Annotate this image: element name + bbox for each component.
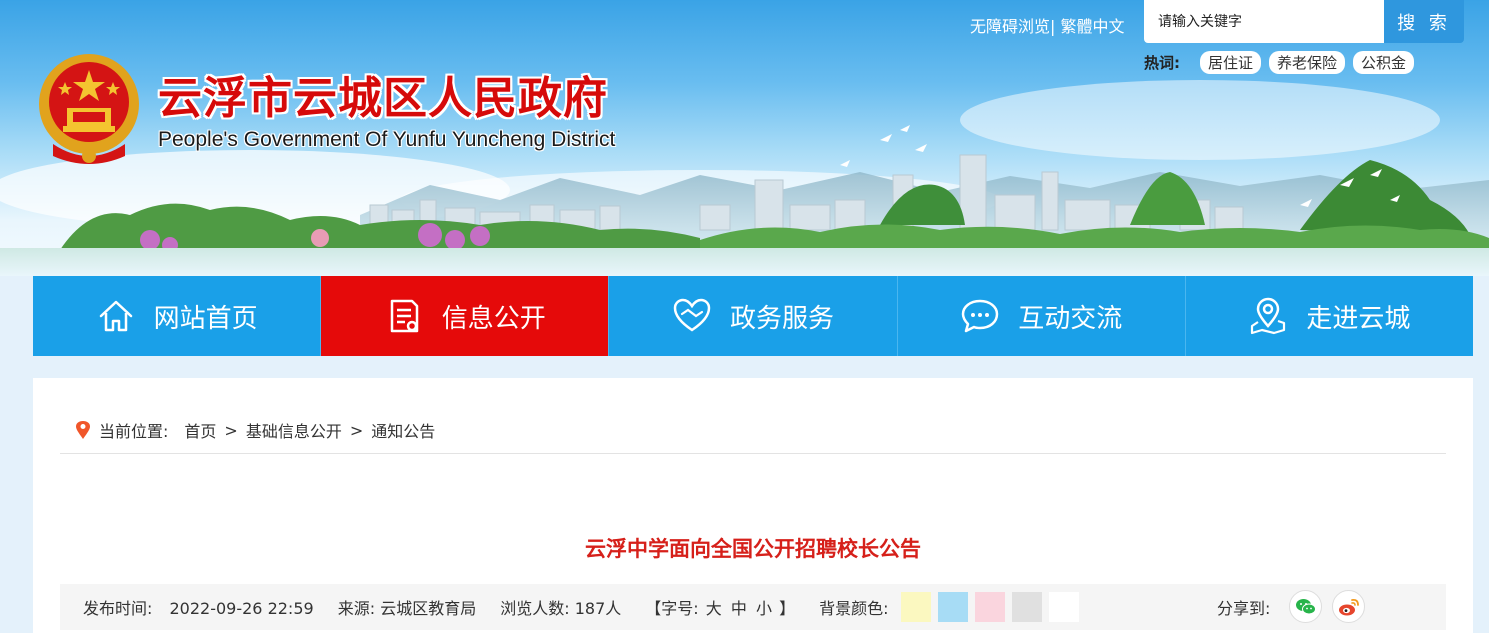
weibo-icon [1338, 598, 1359, 615]
font-size-control: 【字号: 大 中 小 】 [645, 595, 795, 619]
main-nav: 网站首页 信息公开 政务服务 互动交流 走进云城 [33, 276, 1473, 356]
site-subtitle: People's Government Of Yunfu Yuncheng Di… [158, 128, 616, 151]
article-title: 云浮中学面向全国公开招聘校长公告 [585, 537, 921, 561]
location-pin-icon [76, 421, 90, 439]
wechat-share-button[interactable] [1289, 590, 1322, 623]
breadcrumb-label: 当前位置: [99, 422, 169, 441]
nav-label: 信息公开 [441, 303, 546, 334]
source-label: 来源: [337, 599, 376, 618]
publish-label: 发布时间: [83, 599, 153, 618]
breadcrumb-separator: > [349, 420, 364, 440]
font-size-close: 】 [779, 599, 796, 618]
breadcrumb-notices[interactable]: 通知公告 [371, 418, 435, 442]
chat-icon [961, 299, 999, 333]
hotword-tag[interactable]: 居住证 [1200, 50, 1262, 74]
nav-item-about-yuncheng[interactable]: 走进云城 [1186, 276, 1473, 356]
views: 浏览人数: 187人 [500, 595, 621, 619]
hotwords-label: 热词: [1144, 53, 1180, 72]
share-label: 分享到: [1217, 599, 1271, 618]
traditional-chinese-link[interactable]: 繁體中文 [1061, 17, 1125, 36]
national-emblem-icon [39, 54, 139, 164]
header-banner: 云浮市云城区人民政府 People's Government Of Yunfu … [0, 0, 1489, 276]
map-pin-icon [1251, 297, 1286, 335]
nav-item-interaction[interactable]: 互动交流 [898, 276, 1186, 356]
nav-label: 互动交流 [1018, 303, 1123, 334]
document-icon [390, 299, 419, 333]
font-size-large[interactable]: 大 [706, 599, 722, 618]
home-icon [99, 300, 132, 332]
bg-color-label: 背景颜色: [819, 599, 889, 618]
publish-value: 2022-09-26 22:59 [169, 599, 314, 618]
nav-label: 走进云城 [1306, 303, 1411, 334]
top-links: 无障碍浏览| 繁體中文 [970, 13, 1125, 37]
accessibility-link[interactable]: 无障碍浏览| [970, 17, 1055, 36]
background-color-control: 背景颜色: [819, 592, 1085, 622]
nav-item-info-disclosure[interactable]: 信息公开 [321, 276, 610, 356]
search-button[interactable]: 搜 索 [1384, 0, 1464, 43]
breadcrumb-separator: > [224, 420, 238, 440]
hotwords-bar: 热词: 居住证 养老保险 公积金 [1144, 50, 1415, 74]
nav-item-home[interactable]: 网站首页 [33, 276, 322, 356]
bg-color-swatch-pink[interactable] [974, 592, 1005, 622]
font-size-small[interactable]: 小 [756, 599, 772, 618]
bg-color-swatch-white[interactable] [1048, 592, 1079, 622]
nav-label: 网站首页 [153, 303, 258, 334]
bg-color-swatch-gray[interactable] [1011, 592, 1042, 622]
hotword-tag[interactable]: 养老保险 [1269, 50, 1346, 74]
site-title: 云浮市云城区人民政府 [158, 73, 608, 124]
source: 来源: 云城区教育局 [338, 595, 477, 619]
breadcrumb: 当前位置: 首页 > 基础信息公开 > 通知公告 [75, 418, 435, 442]
views-value: 187人 [574, 599, 622, 618]
weibo-share-button[interactable] [1332, 590, 1365, 623]
article-meta-bar: 发布时间: 2022-09-26 22:59 来源: 云城区教育局 浏览人数: … [60, 584, 1446, 630]
breadcrumb-basic-info[interactable]: 基础信息公开 [246, 418, 342, 442]
bg-color-swatch-yellow[interactable] [900, 592, 931, 622]
nav-item-gov-services[interactable]: 政务服务 [609, 276, 898, 356]
hotword-tag[interactable]: 公积金 [1353, 50, 1415, 74]
nav-label: 政务服务 [730, 303, 835, 334]
font-size-label: 【字号: [645, 599, 699, 618]
search-input[interactable] [1144, 0, 1384, 43]
handshake-icon [673, 298, 711, 332]
breadcrumb-divider [60, 453, 1446, 454]
content-panel: 当前位置: 首页 > 基础信息公开 > 通知公告 云浮中学面向全国公开招聘校长公… [33, 378, 1473, 633]
bg-color-swatch-blue[interactable] [937, 592, 968, 622]
publish-time: 发布时间: 2022-09-26 22:59 [83, 595, 314, 619]
views-label: 浏览人数: [500, 599, 570, 618]
wechat-icon [1295, 598, 1316, 614]
font-size-medium[interactable]: 中 [731, 599, 747, 618]
source-value: 云城区教育局 [380, 599, 477, 618]
breadcrumb-home[interactable]: 首页 [184, 418, 216, 442]
